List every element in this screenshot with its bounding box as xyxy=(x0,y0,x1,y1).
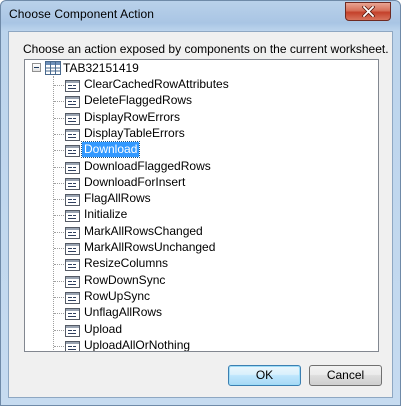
title-bar[interactable]: Choose Component Action xyxy=(1,1,400,31)
collapse-icon[interactable] xyxy=(32,63,41,72)
tree-item-label: DisplayRowErrors xyxy=(84,110,181,124)
tree-connector-line xyxy=(54,85,64,86)
tree-connector-line xyxy=(54,248,64,249)
instruction-text: Choose an action exposed by components o… xyxy=(23,42,389,56)
tree-item-label: RowDownSync xyxy=(84,273,166,287)
tree-connector-line xyxy=(54,101,64,102)
tree-item-label: DownloadForInsert xyxy=(84,175,186,189)
tree-item[interactable]: MarkAllRowsChanged xyxy=(25,224,365,240)
tree-item[interactable]: DownloadFlaggedRows xyxy=(25,159,365,175)
tree-item-label: UploadAllOrNothing xyxy=(84,338,191,352)
tree-item-label: MarkAllRowsUnchanged xyxy=(84,240,216,254)
action-method-icon xyxy=(65,340,80,351)
tree-connector-line xyxy=(54,118,64,119)
tree-connector-line xyxy=(54,346,64,347)
tree-item[interactable]: RowDownSync xyxy=(25,273,365,289)
tree-item[interactable]: Upload xyxy=(25,322,365,338)
tree-connector-line xyxy=(54,199,64,200)
tree-item[interactable]: ResizeColumns xyxy=(25,256,365,272)
window-title: Choose Component Action xyxy=(9,7,155,21)
component-action-tree[interactable]: TAB32151419 ClearCachedRowAttributes Dele… xyxy=(24,59,379,352)
tree-item-label: ClearCachedRowAttributes xyxy=(84,77,229,91)
tree-item-label: Upload xyxy=(84,322,123,336)
tree-item[interactable]: FlagAllRows xyxy=(25,191,365,207)
tree-item[interactable]: UnflagAllRows xyxy=(25,305,365,321)
tree-root-label: TAB32151419 xyxy=(63,61,139,75)
tree-item[interactable]: Initialize xyxy=(25,207,365,223)
tree-connector-line xyxy=(54,167,64,168)
close-button[interactable] xyxy=(345,2,391,21)
dialog-body: Choose an action exposed by components o… xyxy=(8,31,393,398)
tree-item-label: DeleteFlaggedRows xyxy=(84,93,193,107)
tree-connector-line xyxy=(54,313,64,314)
tree-item[interactable]: DisplayTableErrors xyxy=(25,126,365,142)
tree-connector-line xyxy=(54,297,64,298)
tree-connector-line xyxy=(54,281,64,282)
tree-root-node[interactable]: TAB32151419 xyxy=(25,60,225,76)
tree-connector-line xyxy=(54,150,64,151)
tree-item[interactable]: MarkAllRowsUnchanged xyxy=(25,240,365,256)
tree-item[interactable]: DownloadForInsert xyxy=(25,175,365,191)
tree-connector-line xyxy=(54,183,64,184)
tree-item-label: FlagAllRows xyxy=(84,191,151,205)
tree-item-label: Initialize xyxy=(84,207,128,221)
ok-button[interactable]: OK xyxy=(228,365,301,386)
tree-item-label: MarkAllRowsChanged xyxy=(84,224,203,238)
tree-connector-line xyxy=(54,134,64,135)
cancel-button[interactable]: Cancel xyxy=(309,365,382,386)
tree-item-label: RowUpSync xyxy=(84,289,151,303)
tree-item[interactable]: RowUpSync xyxy=(25,289,365,305)
tree-item-label: DisplayTableErrors xyxy=(84,126,185,140)
tree-connector-line xyxy=(54,215,64,216)
tree-connector-line xyxy=(54,264,64,265)
close-icon xyxy=(362,6,375,17)
tree-item-label: DownloadFlaggedRows xyxy=(84,159,211,173)
tree-connector-line xyxy=(54,330,64,331)
tree-item-label: ResizeColumns xyxy=(84,256,169,270)
tree-item[interactable]: DisplayRowErrors xyxy=(25,110,365,126)
dialog-window: Choose Component Action Choose an action… xyxy=(0,0,401,406)
tree-item[interactable]: ClearCachedRowAttributes xyxy=(25,77,365,93)
tree-connector-line xyxy=(54,232,64,233)
tree-item[interactable]: Download xyxy=(25,141,365,158)
tree-item[interactable]: DeleteFlaggedRows xyxy=(25,93,365,109)
tree-item-label: Download xyxy=(80,141,141,158)
tree-item[interactable]: UploadAllOrNothing xyxy=(25,338,365,352)
tree-item-label: UnflagAllRows xyxy=(84,305,163,319)
